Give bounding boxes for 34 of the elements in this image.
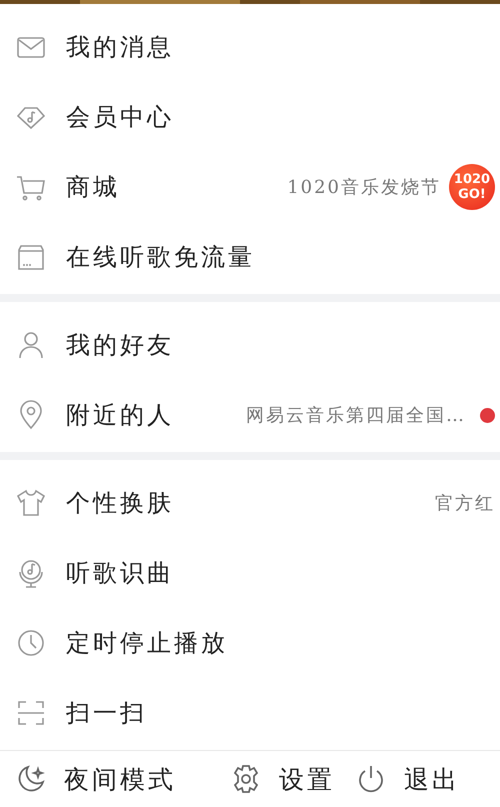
gear-icon: [231, 764, 261, 794]
t-shirt-icon: [16, 488, 46, 518]
menu-item[interactable]: 我的消息: [0, 12, 500, 82]
menu-item-label: 扫一扫: [66, 698, 147, 730]
person-icon: [16, 330, 46, 360]
menu-item[interactable]: 我的好友: [0, 310, 500, 380]
moon-icon: [16, 764, 46, 794]
menu-item-label: 在线听歌免流量: [66, 242, 255, 274]
menu-item-detail: 1020音乐发烧节: [287, 176, 441, 200]
menu-item-label: 听歌识曲: [66, 558, 174, 590]
menu-item[interactable]: 听歌识曲: [0, 538, 500, 608]
bottom-bar-button[interactable]: 夜间模式: [16, 762, 231, 796]
menu-item-detail: 官方红: [435, 492, 495, 516]
menu-item-label: 我的消息: [66, 32, 174, 64]
menu-item[interactable]: 定时停止播放: [0, 608, 500, 678]
menu-item-label: 个性换肤: [66, 488, 174, 520]
card-icon: [16, 242, 46, 272]
menu-item[interactable]: 附近的人 网易云音乐第四届全国…: [0, 380, 500, 450]
menu-item[interactable]: 扫一扫: [0, 678, 500, 748]
menu-item-label: 会员中心: [66, 102, 174, 134]
menu-item-label: 商城: [66, 172, 120, 204]
bottom-bar-button[interactable]: 退出: [356, 762, 460, 796]
bottom-bar-button[interactable]: 设置: [231, 762, 356, 796]
menu-item-label: 定时停止播放: [66, 628, 228, 660]
microphone-icon: [16, 558, 46, 588]
menu-item-label: 我的好友: [66, 330, 174, 362]
promo-badge: 1020 GO!: [449, 164, 495, 210]
clock-icon: [16, 628, 46, 658]
power-icon: [356, 764, 386, 794]
menu-item-label: 附近的人: [66, 400, 174, 432]
menu-item[interactable]: 会员中心: [0, 82, 500, 152]
menu-item-detail: 网易云音乐第四届全国…: [246, 404, 466, 428]
menu-item[interactable]: 在线听歌免流量: [0, 222, 500, 292]
menu-item[interactable]: 个性换肤 官方红: [0, 468, 500, 538]
